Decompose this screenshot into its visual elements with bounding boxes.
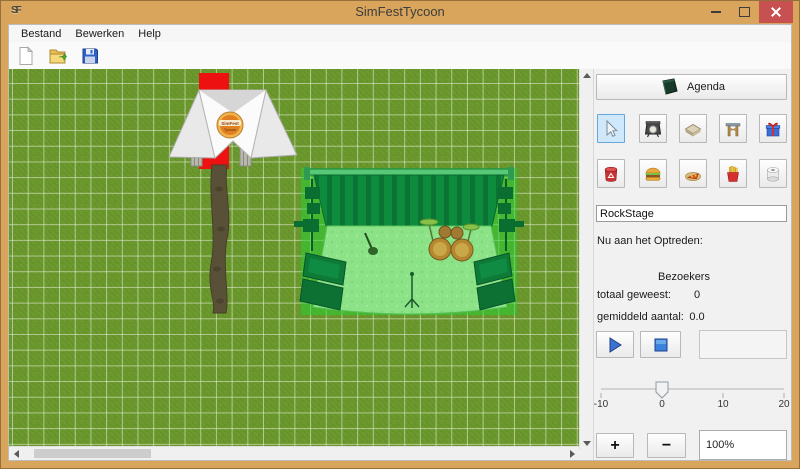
slider-tick-10: 10 [717, 399, 728, 410]
average-visitors-label: gemiddeld aantal: [597, 311, 684, 323]
play-button[interactable] [596, 331, 634, 358]
menu-bestand[interactable]: Bestand [14, 27, 68, 41]
tool-select-button[interactable] [597, 114, 625, 143]
close-button[interactable] [759, 1, 793, 23]
new-file-icon [16, 46, 36, 66]
vertical-scrollbar[interactable] [579, 69, 593, 450]
open-file-button[interactable] [44, 43, 72, 69]
agenda-button-label: Agenda [687, 81, 725, 93]
slider-tick-0: 0 [659, 399, 665, 410]
stage-platform-icon [683, 119, 703, 139]
agenda-book-icon [658, 77, 680, 97]
dirt-path [210, 165, 229, 313]
maximize-icon [739, 7, 750, 17]
zoom-in-button[interactable]: + [596, 433, 634, 458]
slider-tick-20: 20 [778, 399, 789, 410]
menu-help[interactable]: Help [131, 27, 168, 41]
content-area: SimFest Tycoon [9, 69, 791, 460]
scroll-down-button[interactable] [580, 437, 594, 450]
festival-map-canvas[interactable]: SimFest Tycoon [9, 69, 579, 450]
arrow-left-icon [14, 450, 19, 458]
slider-tick--10: -10 [594, 399, 608, 410]
performance-info-panel [699, 330, 787, 359]
svg-text:SimFest: SimFest [221, 121, 239, 126]
zoom-out-button[interactable]: − [647, 433, 686, 458]
now-performing-label: Nu aan het Optreden: [597, 235, 703, 247]
title-bar: SF SimFestTycoon [1, 1, 799, 24]
arrow-right-icon [570, 450, 575, 458]
window-controls [701, 1, 793, 23]
new-file-button[interactable] [12, 43, 40, 69]
tool-trash-button[interactable] [597, 159, 625, 188]
toolbar [9, 42, 791, 70]
slider-thumb[interactable] [656, 382, 668, 398]
average-visitors-value: 0.0 [684, 311, 710, 323]
pizza-icon [683, 164, 703, 184]
horizontal-scroll-thumb[interactable] [34, 449, 151, 458]
stage-name-input[interactable] [596, 205, 787, 222]
arrow-up-icon [583, 73, 591, 78]
minimize-button[interactable] [701, 1, 730, 23]
hamburger-icon [643, 164, 663, 184]
canvas-area: SimFest Tycoon [9, 69, 593, 460]
menu-bewerken[interactable]: Bewerken [68, 27, 131, 41]
side-panel: Agenda [593, 69, 791, 460]
zoom-level-value: 100% [706, 439, 734, 451]
agenda-button[interactable]: Agenda [596, 74, 787, 100]
stage-curtain [314, 175, 504, 226]
scroll-right-button[interactable] [565, 447, 579, 460]
app-window: SF SimFestTycoon Bestand Bewerken Help [0, 0, 800, 469]
slider-track [594, 380, 791, 402]
total-visitors-value: 0 [684, 289, 710, 301]
trash-can-icon [601, 164, 621, 184]
minimize-icon [711, 11, 721, 13]
zoom-level-box: 100% [699, 430, 787, 460]
window-title: SimFestTycoon [1, 4, 799, 19]
scroll-left-button[interactable] [9, 447, 23, 460]
play-icon [606, 336, 624, 354]
visitors-header: Bezoekers [654, 271, 714, 283]
cursor-arrow-icon [601, 119, 621, 139]
scroll-up-button[interactable] [580, 69, 594, 82]
save-floppy-icon [80, 46, 100, 66]
stage-preview[interactable] [294, 167, 524, 315]
close-icon [771, 7, 781, 17]
menu-bar: Bestand Bewerken Help [9, 25, 791, 42]
tent-logo: SimFest Tycoon [217, 112, 243, 138]
tool-stage-button[interactable] [679, 114, 707, 143]
save-button[interactable] [76, 43, 104, 69]
stop-button[interactable] [640, 331, 681, 358]
entrance-gate-icon [723, 119, 743, 139]
maximize-button[interactable] [730, 1, 759, 23]
toilet-roll-icon [763, 164, 783, 184]
entrance-tent[interactable]: SimFest Tycoon [169, 90, 297, 166]
horizontal-scrollbar[interactable] [9, 446, 579, 460]
tool-toilet-button[interactable] [759, 159, 787, 188]
total-visitors-label: totaal geweest: [597, 289, 671, 301]
client-area: Bestand Bewerken Help [8, 24, 792, 461]
gift-box-icon [763, 119, 783, 139]
tool-gift-button[interactable] [759, 114, 787, 143]
spotlight-icon [643, 119, 663, 139]
open-folder-icon [48, 46, 69, 66]
svg-text:Tycoon: Tycoon [224, 128, 236, 132]
arrow-down-icon [583, 441, 591, 446]
tool-fries-button[interactable] [719, 159, 747, 188]
map-scene: SimFest Tycoon [9, 69, 579, 450]
tool-gate-button[interactable] [719, 114, 747, 143]
stop-icon [653, 337, 669, 353]
tool-burger-button[interactable] [639, 159, 667, 188]
tool-pizza-button[interactable] [679, 159, 707, 188]
tool-spotlight-button[interactable] [639, 114, 667, 143]
french-fries-icon [723, 164, 743, 184]
speed-slider[interactable]: -10 0 10 20 [594, 380, 791, 424]
